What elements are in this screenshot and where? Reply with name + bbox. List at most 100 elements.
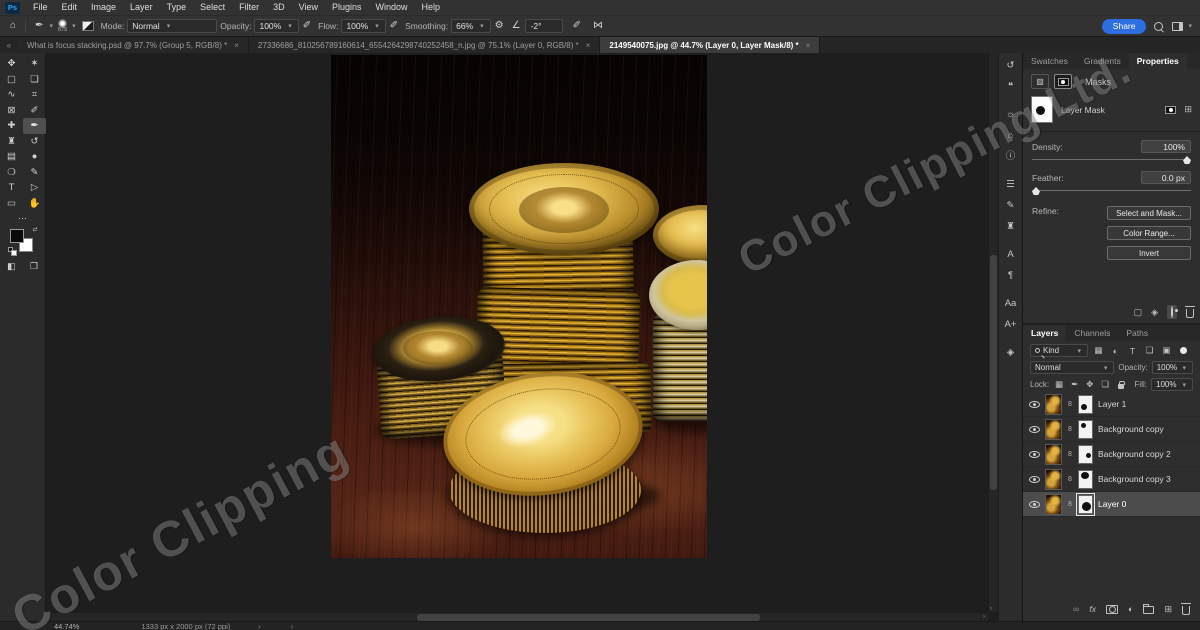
menu-filter[interactable]: Filter [232, 0, 266, 15]
filter-adjustment-layers-icon[interactable]: ◐ [1109, 346, 1122, 356]
object-selection-tool[interactable]: ✶ [23, 56, 46, 72]
scroll-down-icon[interactable]: ᵥ [990, 605, 992, 611]
document-tab-1[interactable]: What is focus stacking.psd @ 97.7% (Grou… [18, 37, 249, 53]
layer-thumbnail[interactable] [1045, 419, 1062, 440]
tab-properties[interactable]: Properties [1129, 53, 1187, 69]
layer-blend-mode-select[interactable]: Normal ▾ [1030, 361, 1114, 374]
pressure-opacity-icon[interactable]: ✐ [303, 21, 311, 31]
layer-visibility-eye-icon[interactable] [1029, 476, 1040, 483]
paragraph-panel-icon[interactable]: ¶ [1008, 270, 1013, 283]
search-icon[interactable] [1154, 22, 1163, 31]
lock-artboard-icon[interactable]: ❏ [1101, 379, 1109, 390]
menu-layer[interactable]: Layer [123, 0, 160, 15]
vertical-scrollbar[interactable]: ᵥ [988, 53, 998, 612]
mask-link-icon[interactable]: 8 [1067, 476, 1073, 483]
layer-thumbnail[interactable] [1045, 469, 1062, 490]
character-panel-icon[interactable]: A [1007, 249, 1013, 262]
rectangle-tool[interactable]: ▭ [0, 196, 23, 212]
lock-position-icon[interactable]: ✥ [1086, 379, 1093, 390]
layer-mask-thumbnail[interactable] [1078, 395, 1093, 414]
tab-layers[interactable]: Layers [1023, 325, 1066, 341]
layer-thumbnail[interactable] [1045, 394, 1062, 415]
color-swatches[interactable]: ⇄ [10, 229, 36, 255]
lasso-tool[interactable]: ∿ [0, 87, 23, 103]
clone-stamp-tool[interactable]: ♜ [0, 134, 23, 150]
layer-visibility-eye-icon[interactable] [1029, 501, 1040, 508]
eyedropper-tool[interactable]: ✐ [23, 103, 46, 119]
menu-help[interactable]: Help [415, 0, 448, 15]
layer-filtering-toggle[interactable] [1180, 347, 1187, 354]
horizontal-scrollbar[interactable]: › [46, 612, 988, 621]
layer-name[interactable]: Background copy 2 [1098, 449, 1171, 459]
density-value[interactable]: 100% [1141, 140, 1191, 153]
layer-fill-select[interactable]: 100% ▾ [1151, 378, 1193, 391]
select-mask-icon[interactable] [1165, 106, 1176, 114]
filter-smart-objects-icon[interactable]: ▣ [1160, 345, 1173, 356]
lock-pixels-icon[interactable]: ✒ [1071, 379, 1078, 390]
quick-selection-tool[interactable]: ❏ [23, 72, 46, 88]
density-slider-thumb[interactable] [1183, 156, 1191, 164]
edit-toolbar-icon[interactable]: ⋯ [0, 211, 45, 225]
home-icon[interactable]: ⌂ [10, 21, 16, 31]
dodge-tool[interactable]: ❍ [0, 165, 23, 181]
menu-select[interactable]: Select [193, 0, 232, 15]
layer-name[interactable]: Layer 1 [1098, 399, 1126, 409]
document-tab-3-active[interactable]: 2149540075.jpg @ 44.7% (Layer 0, Layer M… [600, 37, 820, 53]
gradient-tool[interactable]: ▤ [0, 149, 23, 165]
paint-symmetry-icon[interactable]: ⋈ [593, 21, 603, 31]
delete-mask-icon[interactable] [1186, 309, 1194, 318]
libraries-panel-icon[interactable]: ⌂ [1008, 130, 1014, 143]
path-selection-tool[interactable]: ▷ [23, 180, 46, 196]
new-group-icon[interactable] [1143, 606, 1154, 614]
flow-select[interactable]: 100% ▾ [341, 19, 385, 33]
3d-panel-icon[interactable]: ◈ [1007, 347, 1014, 360]
layer-name[interactable]: Background copy 3 [1098, 474, 1171, 484]
feather-slider-thumb[interactable] [1032, 187, 1040, 195]
layer-name[interactable]: Layer 0 [1098, 499, 1126, 509]
default-colors-icon[interactable] [8, 247, 13, 252]
menu-window[interactable]: Window [369, 0, 415, 15]
toggle-mask-visibility-button[interactable] [1167, 305, 1177, 319]
color-range-button[interactable]: Color Range... [1107, 226, 1191, 240]
quick-mask-icon[interactable]: ◧ [7, 261, 16, 272]
rectangular-marquee-tool[interactable]: ▢ [0, 72, 23, 88]
info-panel-icon[interactable]: ⓘ [1006, 151, 1016, 164]
adjustment-layer-icon[interactable]: ◐ [1128, 604, 1133, 614]
tab-gradients[interactable]: Gradients [1076, 53, 1129, 69]
chevron-down-icon[interactable]: ▾ [72, 22, 76, 30]
smoothing-options-gear-icon[interactable]: ⚙ [495, 21, 504, 31]
layer-row-background-copy-3[interactable]: 8 Background copy 3 [1023, 467, 1200, 492]
toggle-brush-settings-icon[interactable] [82, 21, 94, 31]
pixel-layer-properties-icon[interactable]: ▨ [1031, 74, 1049, 89]
mask-link-icon[interactable]: 8 [1067, 451, 1073, 458]
tab-channels[interactable]: Channels [1066, 325, 1118, 341]
smoothing-select[interactable]: 66% ▾ [451, 19, 491, 33]
hand-tool[interactable]: ✋ [23, 196, 46, 212]
invert-button[interactable]: Invert [1107, 246, 1191, 260]
density-slider[interactable] [1032, 155, 1191, 165]
comments-panel-icon[interactable]: ❝ [1008, 81, 1013, 94]
horizontal-scrollbar-thumb[interactable] [417, 614, 760, 621]
lock-transparency-icon[interactable]: ▦ [1055, 379, 1063, 390]
layer-thumbnail[interactable] [1045, 494, 1062, 515]
brush-settings-panel-icon[interactable]: ✎ [1007, 200, 1015, 213]
menu-image[interactable]: Image [84, 0, 123, 15]
delete-layer-icon[interactable] [1182, 606, 1190, 615]
menu-file[interactable]: File [26, 0, 55, 15]
pen-tool[interactable]: ✎ [23, 165, 46, 181]
status-options-icon[interactable]: › ‹ [258, 622, 307, 630]
brush-angle-input[interactable]: -2° [525, 19, 563, 33]
layer-mask-thumbnail[interactable] [1078, 470, 1093, 489]
mask-link-icon[interactable]: 8 [1067, 501, 1073, 508]
brush-tool-preset-icon[interactable]: ✒ [35, 21, 43, 31]
layer-row-layer-1[interactable]: 8 Layer 1 [1023, 392, 1200, 417]
blend-mode-select[interactable]: Normal ▾ [127, 19, 217, 33]
type-tool[interactable]: T [0, 180, 23, 196]
filter-pixel-layers-icon[interactable]: ▦ [1092, 345, 1105, 356]
document-tab-2[interactable]: 27336686_810256789160614_655426429874025… [249, 37, 601, 53]
mask-link-icon[interactable]: 8 [1067, 426, 1073, 433]
foreground-color-swatch[interactable] [10, 229, 24, 243]
tab-paths[interactable]: Paths [1118, 325, 1156, 341]
layer-visibility-eye-icon[interactable] [1029, 426, 1040, 433]
layer-thumbnail[interactable] [1045, 444, 1062, 465]
